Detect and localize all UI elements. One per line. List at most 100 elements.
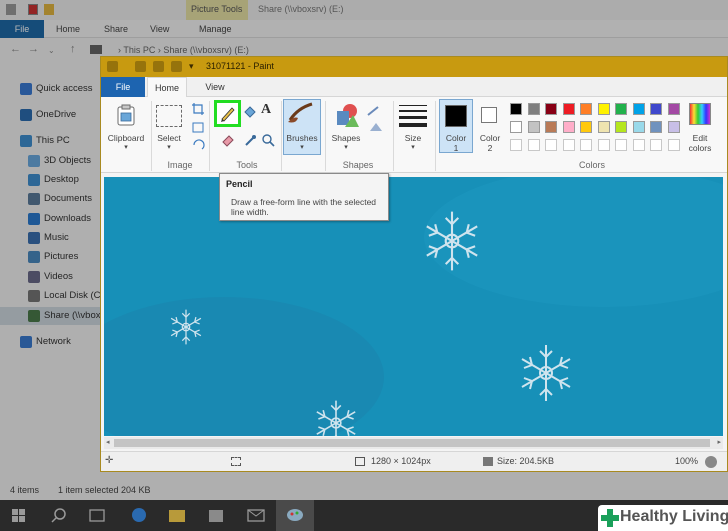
edge-taskbar-button[interactable] xyxy=(120,500,158,531)
task-view-button[interactable] xyxy=(78,500,116,531)
color-swatch[interactable] xyxy=(562,121,575,133)
drawing-canvas[interactable] xyxy=(104,177,723,436)
store-taskbar-button[interactable] xyxy=(197,500,235,531)
edit-colors-label-a: Edit xyxy=(692,133,708,143)
paint-tab-home[interactable]: Home xyxy=(147,77,187,97)
color-swatch[interactable] xyxy=(545,121,557,133)
nav-item[interactable]: Videos xyxy=(0,268,100,286)
color1-swatch xyxy=(445,105,467,127)
pencil-tool-button[interactable] xyxy=(214,100,241,127)
color-swatch[interactable] xyxy=(650,103,662,115)
horizontal-scrollbar[interactable]: ◂ ▸ xyxy=(104,437,723,449)
paint-tab-view[interactable]: View xyxy=(197,77,233,97)
nav-item[interactable]: Documents xyxy=(0,190,100,208)
custom-color-slot[interactable] xyxy=(667,139,680,151)
explorer-tab-file[interactable]: File xyxy=(0,20,44,38)
custom-color-slot[interactable] xyxy=(527,139,540,151)
color-swatch[interactable] xyxy=(632,103,645,115)
folder-icon[interactable] xyxy=(44,4,54,15)
color-swatch[interactable] xyxy=(667,103,680,115)
nav-item[interactable]: Local Disk (C: xyxy=(0,287,103,305)
color-swatch[interactable] xyxy=(580,103,592,115)
recent-chevron-icon[interactable]: ⌄ xyxy=(48,46,55,55)
color-swatch[interactable] xyxy=(667,121,680,133)
clipboard-chevron-icon[interactable]: ▾ xyxy=(106,143,146,151)
scroll-thumb[interactable] xyxy=(114,439,710,447)
color-swatch[interactable] xyxy=(527,103,540,115)
custom-color-slot[interactable] xyxy=(597,139,610,151)
nav-item[interactable]: Quick access xyxy=(0,80,100,98)
customize-chevron-icon[interactable]: ▾ xyxy=(189,61,194,72)
custom-color-slot[interactable] xyxy=(562,139,575,151)
breadcrumb[interactable]: › This PC › Share (\\vboxsrv) (E:) xyxy=(118,45,249,55)
crop-icon xyxy=(192,103,204,115)
custom-color-slot[interactable] xyxy=(632,139,645,151)
nav-item[interactable]: This PC xyxy=(0,132,100,150)
search-button[interactable] xyxy=(40,500,78,531)
select-chevron-icon[interactable]: ▾ xyxy=(151,143,187,151)
brushes-chevron-icon[interactable]: ▾ xyxy=(283,143,321,151)
color-swatch[interactable] xyxy=(615,121,627,133)
explorer-tab-share[interactable]: Share xyxy=(104,20,128,38)
explorer-tab-home[interactable]: Home xyxy=(56,20,80,38)
outline-fill-icons[interactable] xyxy=(366,105,384,135)
text-tool-icon[interactable]: A xyxy=(261,102,271,118)
color-swatch[interactable] xyxy=(650,121,662,133)
back-arrow-icon[interactable]: ← xyxy=(10,43,21,55)
nav-item[interactable]: Network xyxy=(0,333,100,351)
nav-item[interactable]: 3D Objects xyxy=(0,152,100,170)
nav-item[interactable]: Music xyxy=(0,229,100,247)
nav-item[interactable]: Pictures xyxy=(0,248,100,266)
start-button[interactable] xyxy=(0,500,38,531)
zoom-out-icon[interactable] xyxy=(705,456,717,468)
rotate-icon xyxy=(193,139,205,150)
explorer-tab-manage[interactable]: Manage xyxy=(199,20,232,38)
shapes-button[interactable] xyxy=(331,101,361,129)
color-swatch[interactable] xyxy=(510,121,522,133)
save-icon[interactable] xyxy=(135,61,146,72)
mail-taskbar-button[interactable] xyxy=(237,500,275,531)
explorer-taskbar-button[interactable] xyxy=(158,500,196,531)
size-button[interactable] xyxy=(399,103,427,127)
color-swatch[interactable] xyxy=(527,121,540,133)
custom-color-slot[interactable] xyxy=(650,139,662,151)
select-button[interactable] xyxy=(156,105,182,127)
color-swatch[interactable] xyxy=(597,103,610,115)
clipboard-button[interactable] xyxy=(115,103,137,127)
explorer-tab-view[interactable]: View xyxy=(150,20,169,38)
nav-item[interactable]: Downloads xyxy=(0,210,100,228)
custom-color-slot[interactable] xyxy=(580,139,592,151)
custom-color-slot[interactable] xyxy=(545,139,557,151)
color-swatch[interactable] xyxy=(562,103,575,115)
color-picker-icon[interactable] xyxy=(243,133,257,147)
color-swatch[interactable] xyxy=(632,121,645,133)
custom-color-slot[interactable] xyxy=(510,139,522,151)
custom-color-slot[interactable] xyxy=(615,139,627,151)
eraser-icon[interactable] xyxy=(221,133,235,147)
color-swatch[interactable] xyxy=(580,121,592,133)
undo-icon[interactable] xyxy=(153,61,164,72)
scroll-left-icon[interactable]: ◂ xyxy=(106,438,110,446)
nav-item[interactable]: Share (\\vbox xyxy=(0,307,101,325)
scroll-right-icon[interactable]: ▸ xyxy=(717,438,721,446)
shapes-chevron-icon[interactable]: ▾ xyxy=(327,143,365,151)
paint-tab-file[interactable]: File xyxy=(101,77,145,97)
color-swatch[interactable] xyxy=(615,103,627,115)
magnifier-icon[interactable] xyxy=(261,133,275,147)
redo-icon[interactable] xyxy=(171,61,182,72)
paint-taskbar-button[interactable] xyxy=(276,500,314,531)
fill-bucket-icon[interactable] xyxy=(243,105,257,119)
size-chevron-icon[interactable]: ▾ xyxy=(394,143,432,151)
nav-item[interactable]: Desktop xyxy=(0,171,100,189)
forward-arrow-icon[interactable]: → xyxy=(28,43,39,55)
properties-icon[interactable] xyxy=(28,4,38,15)
picture-tools-label[interactable]: Picture Tools xyxy=(191,4,242,14)
color-swatch[interactable] xyxy=(510,103,522,115)
color-swatch[interactable] xyxy=(597,121,610,133)
nav-item[interactable]: OneDrive xyxy=(0,106,100,124)
color2-label: Color xyxy=(479,133,501,143)
navigation-pane: Quick access OneDrive This PC 3D Objects Des… xyxy=(0,62,103,482)
up-arrow-icon[interactable]: ↑ xyxy=(70,43,76,55)
edit-colors-button[interactable] xyxy=(689,103,711,125)
color-swatch[interactable] xyxy=(545,103,557,115)
